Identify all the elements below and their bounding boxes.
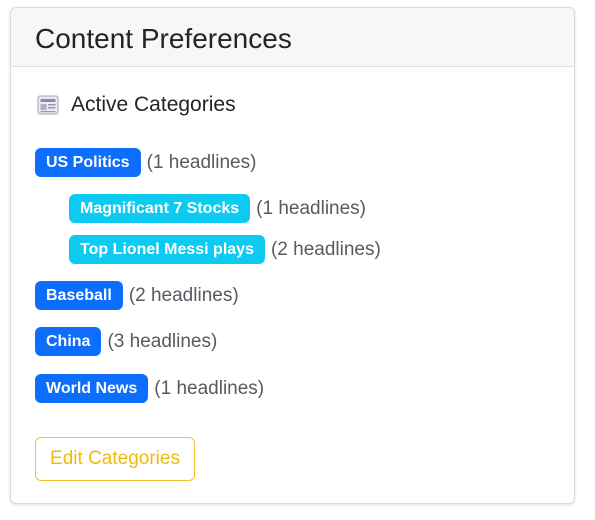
card-header: Content Preferences [11,8,574,67]
edit-categories-button[interactable]: Edit Categories [35,437,195,481]
category-count: (2 headlines) [128,284,239,306]
category-row-top-lionel-messi-plays: Top Lionel Messi plays (2 headlines) [69,235,381,264]
category-count: (1 headlines) [146,151,257,173]
category-badge-top-lionel-messi-plays[interactable]: Top Lionel Messi plays [69,235,265,264]
content-preferences-card: Content Preferences Active Categories US… [10,7,575,504]
category-row-world-news: World News (1 headlines) [35,374,264,403]
category-row-us-politics: US Politics (1 headlines) [35,148,256,177]
category-count: (1 headlines) [154,377,265,399]
category-count: (2 headlines) [270,238,381,260]
newspaper-icon [37,95,59,115]
category-row-china: China (3 headlines) [35,327,217,356]
category-count: (3 headlines) [107,330,218,352]
category-badge-baseball[interactable]: Baseball [35,281,123,310]
category-row-baseball: Baseball (2 headlines) [35,281,239,310]
category-badge-us-politics[interactable]: US Politics [35,148,141,177]
page-title: Content Preferences [35,23,292,54]
section-title: Active Categories [71,93,236,116]
category-count: (1 headlines) [256,197,366,219]
category-row-magnificant-7-stocks: Magnificant 7 Stocks (1 headlines) [69,194,366,223]
category-badge-magnificant-7-stocks[interactable]: Magnificant 7 Stocks [69,194,251,223]
section-heading: Active Categories [37,93,236,117]
category-badge-world-news[interactable]: World News [35,374,149,403]
category-badge-china[interactable]: China [35,327,102,356]
